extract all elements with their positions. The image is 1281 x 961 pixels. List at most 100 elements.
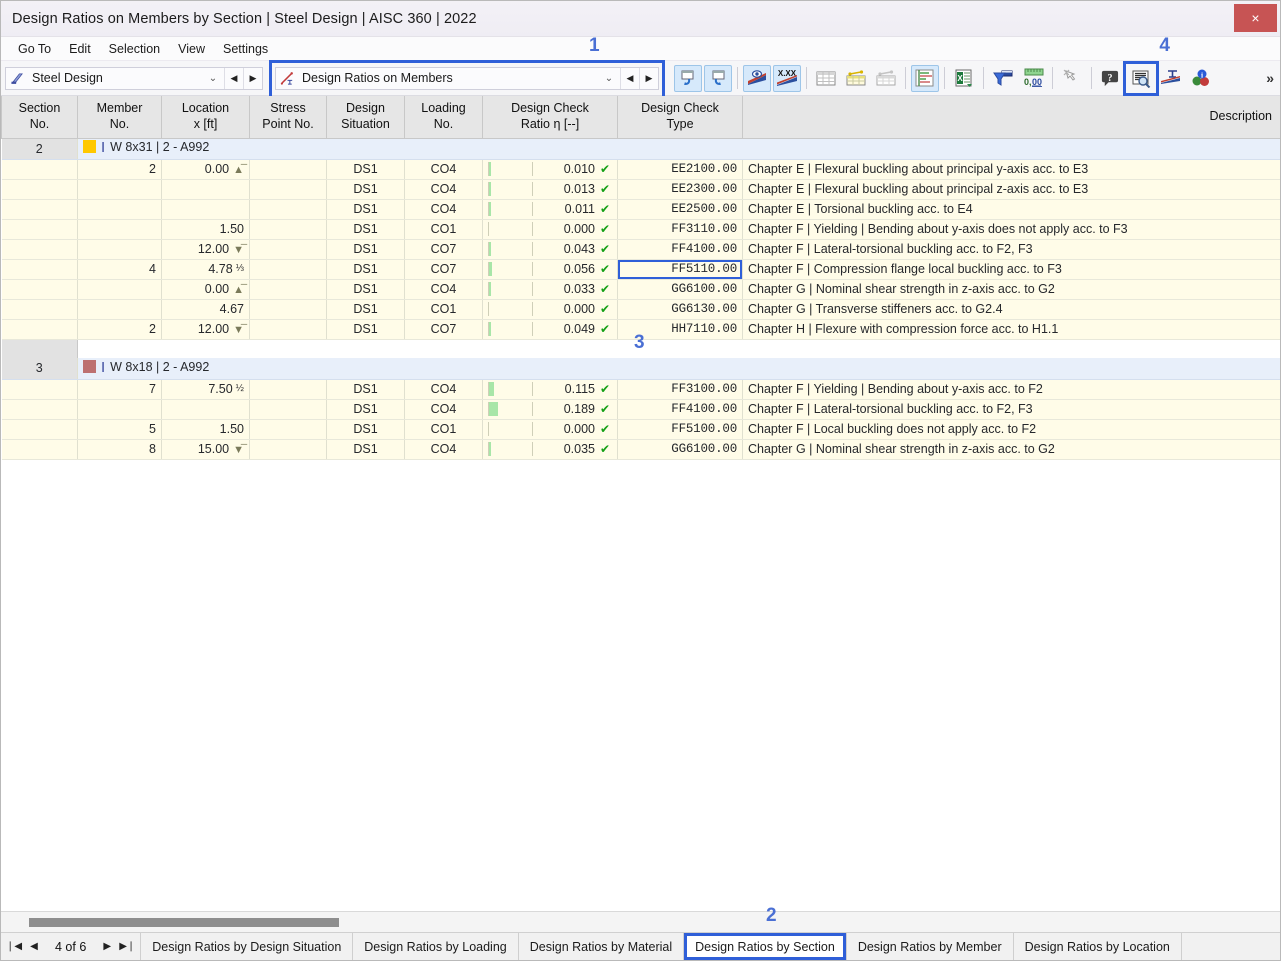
description-cell[interactable]: Chapter E | Flexural buckling about prin…	[742, 159, 1280, 180]
location-cell[interactable]: 15.00 ▼̅	[161, 439, 250, 460]
loading-no-cell[interactable]: CO4	[404, 199, 483, 220]
chevron-down-icon[interactable]: ⌄	[598, 73, 620, 84]
col-header-design-situation[interactable]: Design Situation	[326, 96, 405, 139]
description-cell[interactable]: Chapter E | Flexural buckling about prin…	[742, 179, 1280, 200]
member-no-cell[interactable]	[77, 199, 162, 220]
stress-point-no-cell[interactable]	[249, 159, 327, 180]
menu-item-goto[interactable]: Go To	[9, 40, 60, 58]
location-cell[interactable]: 0.00 ▲̅	[161, 159, 250, 180]
filter-icon[interactable]	[989, 65, 1017, 92]
col-header-stress-point-no[interactable]: Stress Point No.	[249, 96, 327, 139]
design-situation-cell[interactable]: DS1	[326, 399, 405, 420]
last-record-button[interactable]: ▶❘	[118, 941, 136, 952]
loading-no-cell[interactable]: CO4	[404, 179, 483, 200]
design-check-ratio-cell[interactable]: 0.000 ✔	[482, 219, 618, 240]
location-cell[interactable]	[161, 199, 250, 220]
next-record-button[interactable]: ▶	[98, 941, 116, 952]
stress-point-no-cell[interactable]	[249, 199, 327, 220]
design-situation-cell[interactable]: DS1	[326, 259, 405, 280]
table-all-icon[interactable]	[812, 65, 840, 92]
table-zoom-icon[interactable]	[1123, 60, 1159, 96]
design-situation-cell[interactable]: DS1	[326, 379, 405, 400]
section-view-icon[interactable]	[1157, 65, 1185, 92]
table-combobox[interactable]: Design Ratios on Members ⌄ ◀ ▶	[275, 66, 659, 90]
design-check-type-cell[interactable]: FF5100.00	[617, 419, 743, 440]
loading-no-cell[interactable]: CO7	[404, 319, 483, 340]
hscroll-thumb[interactable]	[29, 917, 339, 927]
design-check-ratio-cell[interactable]: 0.000 ✔	[482, 299, 618, 320]
member-no-cell[interactable]: 5	[77, 419, 162, 440]
description-cell[interactable]: Chapter F | Yielding | Bending about y-a…	[742, 219, 1280, 240]
member-no-cell[interactable]	[77, 399, 162, 420]
member-no-cell[interactable]	[77, 299, 162, 320]
chevron-down-icon[interactable]: ⌄	[202, 73, 224, 84]
location-cell[interactable]	[161, 179, 250, 200]
menu-item-edit[interactable]: Edit	[60, 40, 100, 58]
col-header-loading-no[interactable]: Loading No.	[404, 96, 483, 139]
module-next-button[interactable]: ▶	[243, 67, 262, 89]
table-empty-icon[interactable]	[872, 65, 900, 92]
section-group-label-cell[interactable]: Ⅰ W 8x31 | 2 - A992	[77, 138, 1280, 160]
info-colors-icon[interactable]: i	[1187, 65, 1215, 92]
member-no-cell[interactable]: 2	[77, 319, 162, 340]
member-no-cell[interactable]	[77, 219, 162, 240]
location-cell[interactable]: 12.00 ▼̅	[161, 239, 250, 260]
stress-point-no-cell[interactable]	[249, 279, 327, 300]
stress-point-no-cell[interactable]	[249, 299, 327, 320]
member-no-cell[interactable]: 7	[77, 379, 162, 400]
design-check-ratio-cell[interactable]: 0.010 ✔	[482, 159, 618, 180]
description-cell[interactable]: Chapter H | Flexure with compression for…	[742, 319, 1280, 340]
design-situation-cell[interactable]: DS1	[326, 279, 405, 300]
loading-no-cell[interactable]: CO1	[404, 219, 483, 240]
description-cell[interactable]: Chapter F | Lateral-torsional buckling a…	[742, 399, 1280, 420]
table-prev-button[interactable]: ◀	[620, 67, 639, 89]
location-cell[interactable]: 4.67	[161, 299, 250, 320]
description-cell[interactable]: Chapter F | Local buckling does not appl…	[742, 419, 1280, 440]
location-cell[interactable]: 7.50 ½	[161, 379, 250, 400]
design-check-ratio-cell[interactable]: 0.035 ✔	[482, 439, 618, 460]
stress-point-no-cell[interactable]	[249, 319, 327, 340]
design-check-type-cell[interactable]: FF3100.00	[617, 379, 743, 400]
design-check-ratio-cell[interactable]: 0.189 ✔	[482, 399, 618, 420]
design-situation-cell[interactable]: DS1	[326, 239, 405, 260]
export-excel-icon[interactable]: X	[950, 65, 978, 92]
table-next-button[interactable]: ▶	[639, 67, 658, 89]
design-check-ratio-cell[interactable]: 0.033 ✔	[482, 279, 618, 300]
location-cell[interactable]: 1.50	[161, 219, 250, 240]
module-prev-button[interactable]: ◀	[224, 67, 243, 89]
design-check-ratio-cell[interactable]: 0.000 ✔	[482, 419, 618, 440]
design-check-type-cell[interactable]: EE2100.00	[617, 159, 743, 180]
design-check-type-cell[interactable]: GG6100.00	[617, 439, 743, 460]
loading-no-cell[interactable]: CO1	[404, 299, 483, 320]
design-check-ratio-cell[interactable]: 0.013 ✔	[482, 179, 618, 200]
design-check-ratio-cell[interactable]: 0.049 ✔	[482, 319, 618, 340]
member-no-cell[interactable]	[77, 179, 162, 200]
tab-design-ratios-by-design-situation[interactable]: Design Ratios by Design Situation	[140, 933, 353, 960]
tab-design-ratios-by-material[interactable]: Design Ratios by Material	[517, 933, 684, 960]
horizontal-scrollbar[interactable]	[1, 911, 1280, 932]
stress-point-no-cell[interactable]	[249, 259, 327, 280]
design-check-type-cell[interactable]: FF5110.00	[617, 259, 743, 280]
design-check-type-cell[interactable]: FF3110.00	[617, 219, 743, 240]
decimal-places-icon[interactable]: X.XX	[773, 64, 801, 92]
stress-point-no-cell[interactable]	[249, 379, 327, 400]
location-cell[interactable]: 1.50	[161, 419, 250, 440]
loading-no-cell[interactable]: CO4	[404, 159, 483, 180]
visibility-results-icon[interactable]	[743, 64, 771, 92]
loading-no-cell[interactable]: CO7	[404, 239, 483, 260]
loading-no-cell[interactable]: CO4	[404, 279, 483, 300]
design-check-type-cell[interactable]: EE2300.00	[617, 179, 743, 200]
toolbar-overflow-button[interactable]: »	[1260, 70, 1280, 86]
loading-no-cell[interactable]: CO4	[404, 399, 483, 420]
description-cell[interactable]: Chapter F | Yielding | Bending about y-a…	[742, 379, 1280, 400]
description-cell[interactable]: Chapter E | Torsional buckling acc. to E…	[742, 199, 1280, 220]
results-table-area[interactable]: Section No. Member No. Location x [ft] S…	[1, 96, 1280, 911]
location-cell[interactable]: 12.00 ▼̅	[161, 319, 250, 340]
stress-point-no-cell[interactable]	[249, 439, 327, 460]
hscroll-track[interactable]	[7, 917, 1274, 927]
loading-no-cell[interactable]: CO4	[404, 379, 483, 400]
loading-no-cell[interactable]: CO4	[404, 439, 483, 460]
undo-navigation-icon[interactable]	[674, 64, 702, 92]
design-check-ratio-cell[interactable]: 0.056 ✔	[482, 259, 618, 280]
member-no-cell[interactable]: 4	[77, 259, 162, 280]
